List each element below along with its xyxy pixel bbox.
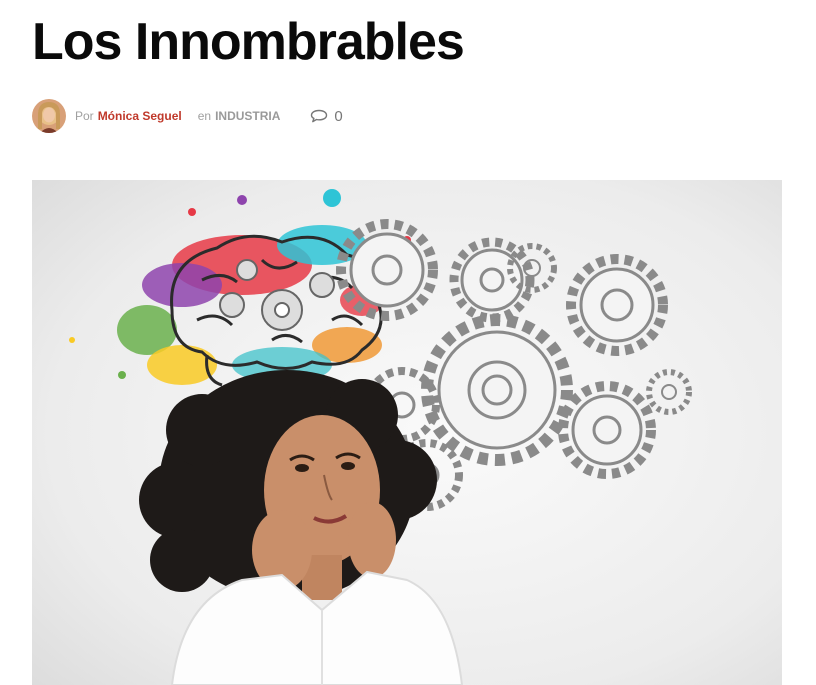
author-avatar[interactable] xyxy=(32,99,66,133)
speech-bubble-icon xyxy=(311,109,328,123)
by-label: Por xyxy=(75,109,94,123)
comments-link[interactable]: 0 xyxy=(310,107,343,125)
post-title: Los Innombrables xyxy=(32,13,465,71)
post-meta: Por Mónica Seguel en INDUSTRIA 0 xyxy=(32,98,343,134)
category-link[interactable]: INDUSTRIA xyxy=(215,109,280,123)
author-link[interactable]: Mónica Seguel xyxy=(98,109,182,123)
category-prefix: en xyxy=(197,109,212,123)
featured-image xyxy=(32,180,782,685)
comment-count: 0 xyxy=(334,107,343,125)
